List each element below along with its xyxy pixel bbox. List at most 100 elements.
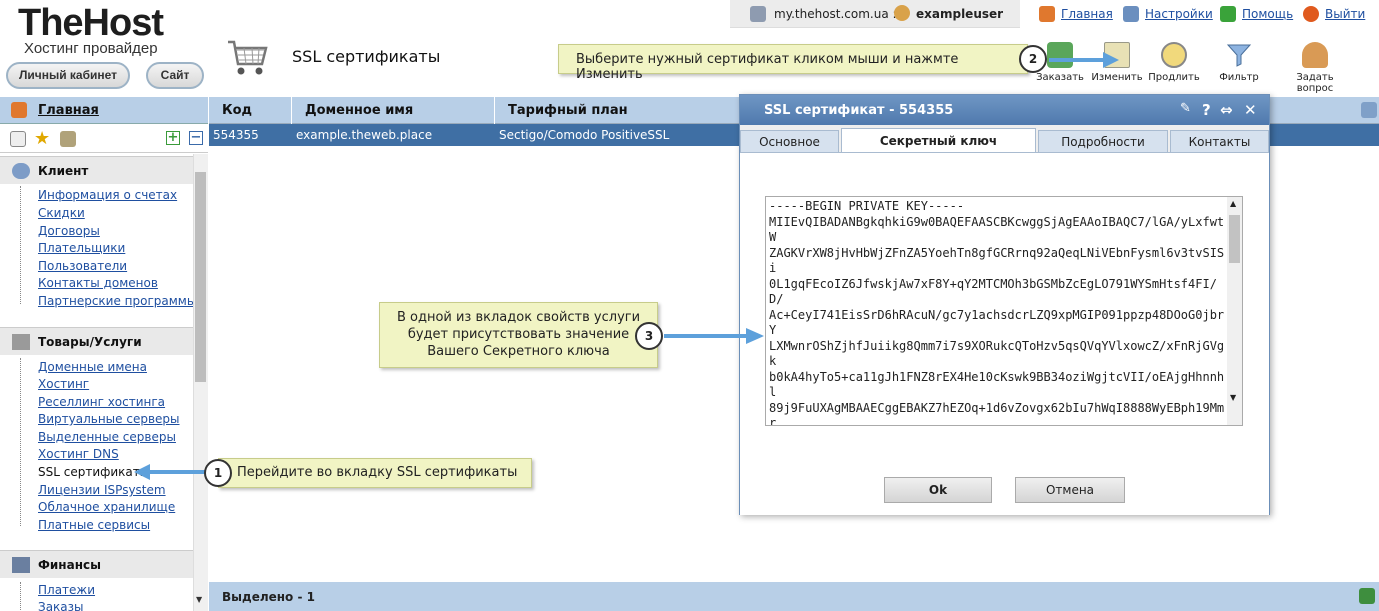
order-label: Заказать [1036,72,1084,83]
ask-question-button[interactable]: Задать вопрос [1280,42,1350,94]
nav-partner-programs[interactable]: Партнерские программы [38,294,193,308]
cart-icon [12,334,30,350]
export-excel-icon[interactable] [1359,588,1375,604]
sidebar-home-link[interactable]: Главная [38,103,99,118]
sidebar-home-bar[interactable]: Главная [0,97,208,124]
server-icon [750,6,766,22]
renew-icon [1161,42,1187,68]
nav-virtual-servers[interactable]: Виртуальные серверы [38,412,180,426]
nav-payers[interactable]: Плательщики [38,241,125,255]
section-finance[interactable]: Финансы [0,550,193,578]
logo-brand: TheHost [18,2,164,44]
expand-all-icon[interactable]: + [166,131,180,145]
selected-count: Выделено - 1 [222,590,315,604]
scroll-down-icon[interactable]: ▼ [1230,393,1236,402]
resize-icon[interactable]: ⇔ [1220,101,1233,119]
site-button[interactable]: Сайт [146,62,204,89]
nav-orders[interactable]: Заказы [38,600,84,611]
tooltip-3-line-1: В одной из вкладок свойств услуги [396,310,641,325]
column-code[interactable]: Код [222,103,252,118]
column-plan[interactable]: Тарифный план [508,103,628,118]
key-scrollbar[interactable]: ▲ ▼ [1227,197,1242,425]
nav-domain-contacts[interactable]: Контакты доменов [38,276,158,290]
nav-reseller-hosting[interactable]: Реселлинг хостинга [38,395,165,409]
top-link-exit[interactable]: Выйти [1325,7,1365,21]
cell-domain: example.theweb.place [296,128,433,142]
top-link-home[interactable]: Главная [1061,7,1113,21]
dialog-titlebar[interactable]: SSL сертификат - 554355 ✎ ? ⇔ ✕ [740,95,1269,125]
nav-domains[interactable]: Доменные имена [38,360,147,374]
column-domain[interactable]: Доменное имя [305,103,413,118]
nav-paid-services[interactable]: Платные сервисы [38,518,150,532]
arrow-3-icon [664,328,764,344]
section-goods-title: Товары/Услуги [38,335,142,349]
tooltip-3-line-3: Вашего Секретного ключа [427,344,610,359]
arrow-2-icon [1049,52,1119,68]
briefcase-icon[interactable] [60,131,76,147]
pin-icon[interactable]: ✎ [1180,101,1191,116]
nav-contracts[interactable]: Договоры [38,224,100,238]
scroll-up-icon[interactable]: ▲ [1230,199,1236,208]
cell-plan: Sectigo/Comodo PositiveSSL [499,128,670,142]
renew-label: Продлить [1148,72,1200,83]
tooltip-step-2: Выберите нужный сертификат кликом мыши и… [558,44,1028,82]
nav-billing-info[interactable]: Информация о счетах [38,188,177,202]
grid-footer: Выделено - 1 [209,582,1379,611]
section-goods[interactable]: Товары/Услуги [0,327,193,355]
cancel-button[interactable]: Отмена [1015,477,1125,503]
filter-icon [1226,44,1252,67]
help-question-icon[interactable]: ? [1202,101,1211,119]
tooltip-step-3: В одной из вкладок свойств услуги будет … [379,302,658,368]
renew-button[interactable]: Продлить [1139,42,1209,83]
nav-dedicated-servers[interactable]: Выделенные серверы [38,430,176,444]
nav-payments[interactable]: Платежи [38,583,95,597]
sidebar-menu: Клиент Информация о счетах Скидки Догово… [0,154,193,611]
nav-hosting[interactable]: Хостинг [38,377,89,391]
collapse-all-icon[interactable]: − [189,131,203,145]
personal-cabinet-button[interactable]: Личный кабинет [6,62,130,89]
exit-icon [1303,6,1319,22]
tab-main[interactable]: Основное [740,130,839,153]
columns-settings-icon[interactable] [1361,102,1377,118]
home-icon [1039,6,1055,22]
tab-secret-key[interactable]: Секретный ключ [841,128,1036,153]
session-bar: my.thehost.com.ua :: exampleuser [730,0,1020,28]
tab-contacts[interactable]: Контакты [1170,130,1269,153]
scroll-down-icon[interactable]: ▼ [196,595,202,604]
ok-button[interactable]: Ok [884,477,992,503]
private-key-text: -----BEGIN PRIVATE KEY----- MIIEvQIBADAN… [769,199,1225,426]
client-icon [12,163,30,179]
favorites-star-icon[interactable]: ★ [34,128,50,149]
sidebar-scroll-thumb[interactable] [195,172,206,382]
close-icon[interactable]: ✕ [1244,101,1257,119]
list-view-icon[interactable] [10,131,26,147]
ask-question-label: Задать вопрос [1296,72,1334,94]
filter-button[interactable]: Фильтр [1204,42,1274,83]
shopping-cart-icon [228,40,268,75]
section-client-title: Клиент [38,164,89,178]
private-key-textarea[interactable]: -----BEGIN PRIVATE KEY----- MIIEvQIBADAN… [765,196,1243,426]
logo: TheHost Хостинг провайдер [18,4,188,57]
dialog-body: -----BEGIN PRIVATE KEY----- MIIEvQIBADAN… [740,153,1269,515]
home-icon [11,102,27,118]
step-2-badge: 2 [1019,45,1047,73]
nav-dns-hosting[interactable]: Хостинг DNS [38,447,119,461]
top-link-settings[interactable]: Настройки [1145,7,1213,21]
step-1-badge: 1 [204,459,232,487]
nav-cloud-storage[interactable]: Облачное хранилище [38,500,175,514]
step-3-badge: 3 [635,322,663,350]
nav-ispsystem-licenses[interactable]: Лицензии ISPsystem [38,483,166,497]
host-label: my.thehost.com.ua :: [774,7,901,21]
username: exampleuser [916,7,1004,21]
tab-details[interactable]: Подробности [1038,130,1168,153]
nav-discounts[interactable]: Скидки [38,206,85,220]
support-icon [1302,42,1328,68]
section-client[interactable]: Клиент [0,156,193,184]
nav-users[interactable]: Пользователи [38,259,127,273]
section-finance-title: Финансы [38,558,101,572]
tooltip-3-line-2: будет присутствовать значение [407,327,630,342]
top-link-help[interactable]: Помощь [1242,7,1293,21]
key-scroll-thumb[interactable] [1229,215,1240,263]
page-title: SSL сертификаты [292,47,441,66]
ssl-certificate-dialog: SSL сертификат - 554355 ✎ ? ⇔ ✕ Основное… [739,94,1270,515]
